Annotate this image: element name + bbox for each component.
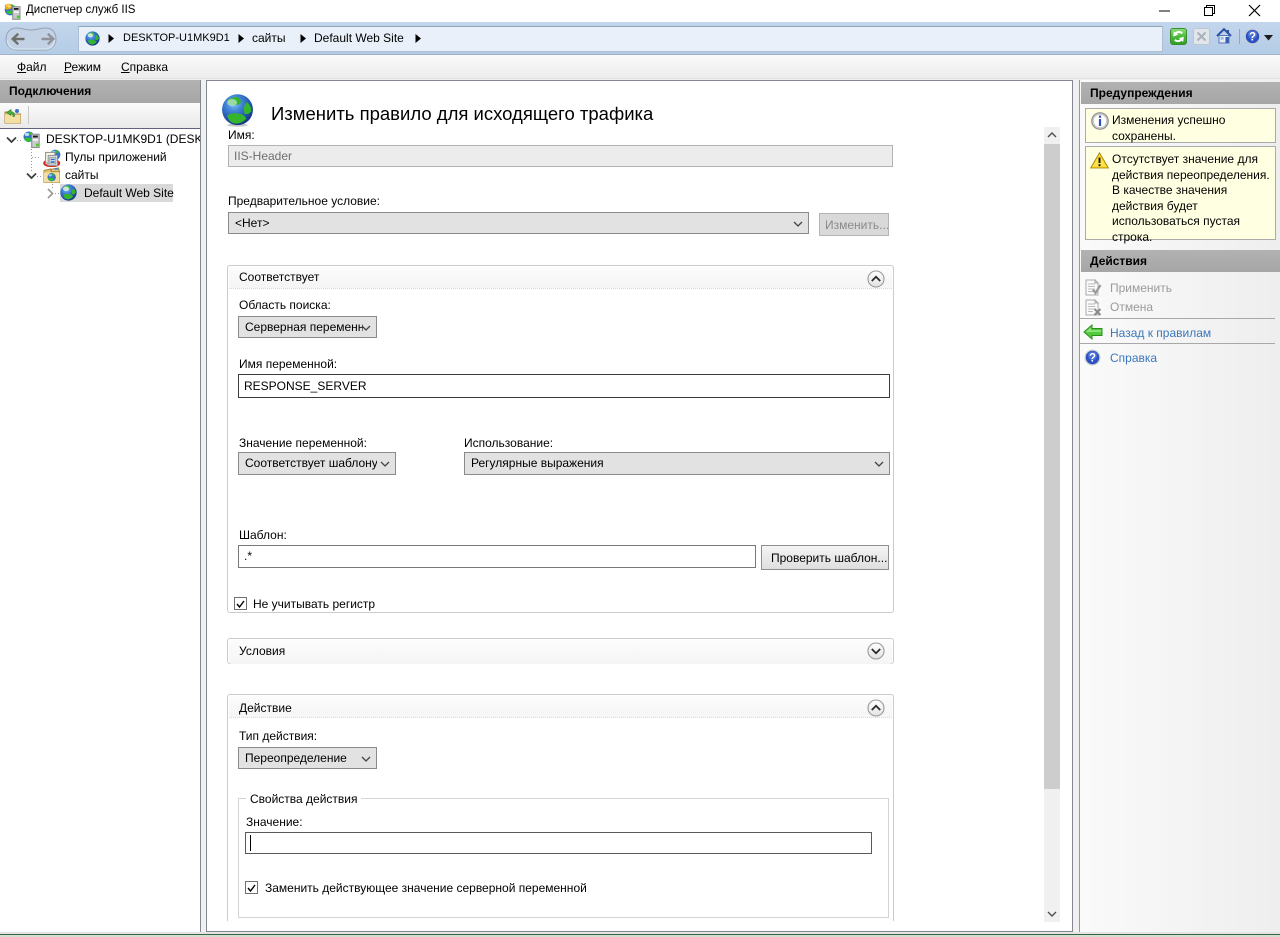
svg-text:?: ? <box>1249 32 1256 44</box>
svg-text:?: ? <box>1089 353 1096 365</box>
